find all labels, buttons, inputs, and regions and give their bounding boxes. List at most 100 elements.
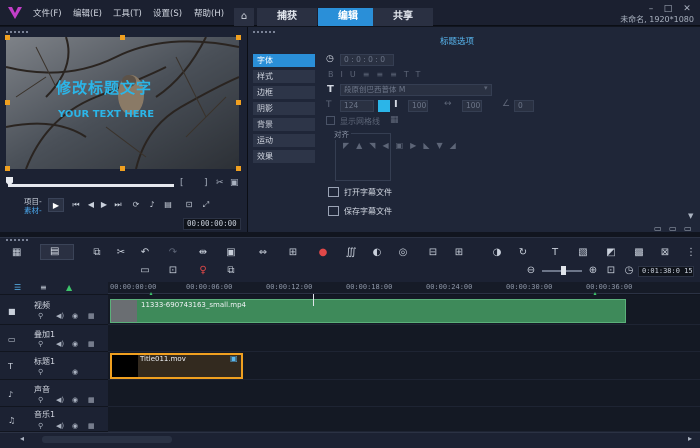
preview-title-text[interactable]: 修改标题文字	[56, 77, 152, 98]
font-color-swatch[interactable]	[378, 100, 390, 112]
go-to-end-icon[interactable]: ⏭	[112, 199, 124, 211]
grid-icon[interactable]: ▦	[88, 340, 95, 348]
fit-timeline-icon[interactable]: ⇹	[196, 246, 210, 260]
play-button[interactable]: ▶	[48, 198, 64, 212]
panel-layout-icon-2[interactable]: ▭	[669, 224, 677, 233]
track-lane-music[interactable]	[108, 407, 700, 432]
resize-handle[interactable]	[5, 166, 10, 171]
save-subtitle-button[interactable]: 保存字幕文件	[344, 206, 392, 217]
track-lane-overlay[interactable]	[108, 325, 700, 352]
mark-in-bracket[interactable]: [	[180, 178, 184, 188]
preview-image[interactable]	[6, 37, 239, 169]
eye-icon[interactable]: ◉	[72, 340, 78, 348]
tab-background[interactable]: 背景	[253, 118, 315, 131]
pan-zoom-icon[interactable]: ⊞	[452, 246, 466, 260]
panel-layout-icon[interactable]: ▭	[654, 224, 662, 233]
menu-file[interactable]: 文件(F)	[33, 7, 62, 19]
menu-help[interactable]: 帮助(H)	[194, 7, 224, 19]
link-icon[interactable]: ⚲	[38, 368, 43, 376]
link-icon[interactable]: ⚲	[38, 422, 43, 430]
chevron-down-icon[interactable]: ▾	[484, 84, 488, 92]
undo-icon[interactable]: ↶	[138, 246, 152, 260]
zoom-out-icon[interactable]: ⊖	[524, 264, 538, 278]
link-icon[interactable]: ⚲	[38, 396, 43, 404]
eye-icon[interactable]: ◉	[72, 368, 78, 376]
motion-tracking-icon[interactable]: ◐	[370, 246, 384, 260]
insert-icon[interactable]: ⊞	[286, 246, 300, 260]
aspect-ratio-icon[interactable]: ⊡	[183, 199, 195, 211]
tab-border[interactable]: 边框	[253, 86, 315, 99]
tab-font[interactable]: 字体	[253, 54, 315, 67]
scroll-down-icon[interactable]: ▼	[688, 212, 693, 220]
record-icon[interactable]: ●	[316, 246, 330, 260]
track-manager-icon[interactable]: ▭	[138, 264, 152, 278]
resize-handle[interactable]	[120, 35, 125, 40]
scroll-left-icon[interactable]: ◂	[20, 434, 24, 443]
menu-edit[interactable]: 编辑(E)	[73, 7, 102, 19]
snapshot-icon[interactable]: ▣	[230, 178, 239, 188]
storyboard-view-icon[interactable]: ▦	[12, 247, 21, 258]
fullscreen-icon[interactable]: ⤢	[200, 199, 212, 211]
screen-capture-icon[interactable]: ⧉	[224, 264, 238, 278]
hd-preview-icon[interactable]: ▤	[162, 199, 174, 211]
preview-scrubber[interactable]	[8, 184, 174, 187]
zoom-in-icon[interactable]: ⊕	[586, 264, 600, 278]
resize-handle[interactable]	[236, 100, 241, 105]
font-select[interactable]: 段原创巴西普体 M	[340, 84, 492, 96]
previous-frame-icon[interactable]: ◀	[85, 199, 97, 211]
tab-style[interactable]: 样式	[253, 70, 315, 83]
preview-subtitle-text[interactable]: YOUR TEXT HERE	[58, 109, 154, 120]
tab-edit[interactable]: 编辑	[318, 8, 378, 26]
line-spacing-field[interactable]: 100	[408, 100, 428, 112]
open-subtitle-button[interactable]: 打开字幕文件	[344, 187, 392, 198]
mute-icon[interactable]: ◀)	[56, 422, 64, 430]
mask-icon[interactable]: ◎	[396, 246, 410, 260]
resize-handle[interactable]	[120, 166, 125, 171]
redo-icon[interactable]: ↷	[166, 246, 180, 260]
font-size-field[interactable]: 124	[340, 100, 374, 112]
track-list-icon[interactable]: ☰	[14, 283, 21, 292]
resize-handle[interactable]	[5, 100, 10, 105]
zoom-slider-thumb[interactable]	[561, 266, 566, 275]
add-track-icon[interactable]: ▲	[66, 283, 72, 292]
eye-icon[interactable]: ◉	[72, 396, 78, 404]
chapter-icon[interactable]: ⊡	[166, 264, 180, 278]
tab-capture[interactable]: 捕获	[257, 8, 317, 26]
copy-icon[interactable]: ⧉	[90, 246, 104, 260]
stabilize-icon[interactable]: ⊠	[658, 246, 672, 260]
grid-icon[interactable]: ▦	[88, 396, 95, 404]
audio-mixer-icon[interactable]: ∭	[344, 246, 358, 260]
time-remap-icon[interactable]: ◩	[604, 246, 618, 260]
next-frame-icon[interactable]: ▶	[98, 199, 110, 211]
grid-icon[interactable]: ▦	[88, 422, 95, 430]
horizontal-scrollbar[interactable]	[42, 436, 172, 443]
go-to-start-icon[interactable]: ⏮	[70, 199, 82, 211]
mark-out-bracket[interactable]: ]	[204, 178, 208, 188]
link-icon[interactable]: ⚲	[38, 312, 43, 320]
alignment-grid-icon[interactable]: ◤▲◥◀▣▶◣▼◢	[343, 139, 456, 152]
repeat-icon[interactable]: ⟳	[130, 199, 142, 211]
track-lane-voice[interactable]	[108, 380, 700, 407]
tab-share[interactable]: 共享	[373, 8, 433, 26]
tab-effect[interactable]: 效果	[253, 150, 315, 163]
split-icon[interactable]: ✂	[216, 178, 224, 188]
speed-icon[interactable]: ↻	[516, 246, 530, 260]
link-icon[interactable]: ⚲	[38, 340, 43, 348]
panel-layout-icon-3[interactable]: ▭	[684, 224, 692, 233]
mute-icon[interactable]: ◀)	[56, 312, 64, 320]
multicam-icon[interactable]: ▣	[224, 246, 238, 260]
tab-motion[interactable]: 运动	[253, 134, 315, 147]
track-options-icon[interactable]: ≡	[40, 283, 47, 292]
kerning-field[interactable]: 100	[462, 100, 482, 112]
open-subtitle-icon[interactable]	[328, 187, 339, 197]
scroll-right-icon[interactable]: ▸	[688, 434, 692, 443]
show-grid-checkbox[interactable]	[326, 116, 335, 125]
lock-icon[interactable]: ▣	[230, 354, 238, 363]
volume-icon[interactable]: ♪	[146, 199, 158, 211]
eye-icon[interactable]: ◉	[72, 422, 78, 430]
subtitle-editor-icon[interactable]: ⊟	[426, 246, 440, 260]
save-subtitle-icon[interactable]	[328, 206, 339, 216]
text-format-buttons[interactable]: BIU≡≡≡TT	[328, 70, 427, 79]
mute-icon[interactable]: ◀)	[56, 396, 64, 404]
tab-shadow[interactable]: 阴影	[253, 102, 315, 115]
